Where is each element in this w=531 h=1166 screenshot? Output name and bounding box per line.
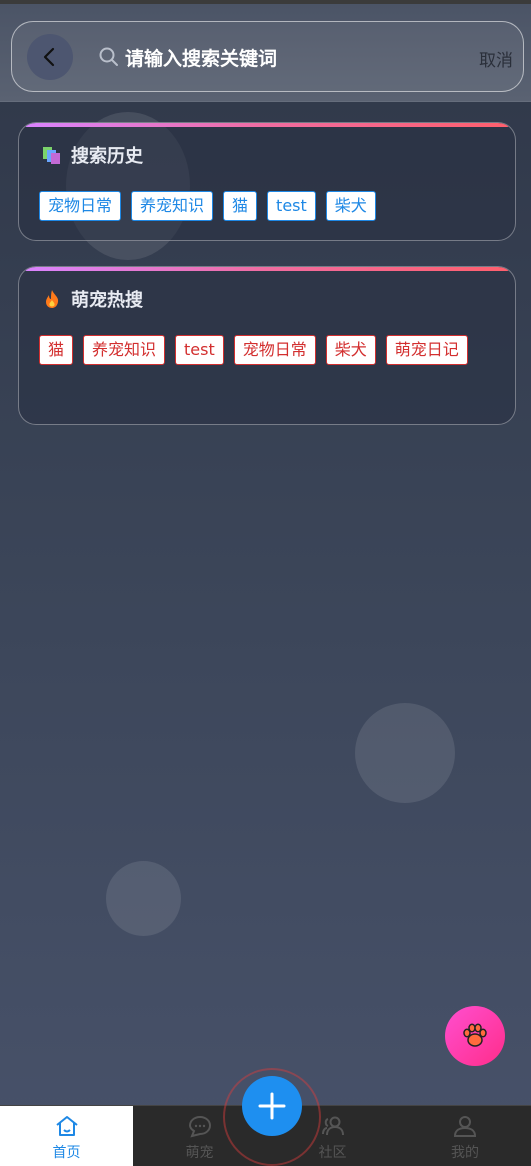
history-tag[interactable]: 猫 (223, 191, 258, 221)
paw-icon (463, 1023, 487, 1047)
search-bar[interactable]: 请输入搜索关键词 取消 (11, 21, 524, 92)
back-button[interactable] (27, 34, 73, 80)
user-icon (453, 1116, 477, 1137)
top-bar: 请输入搜索关键词 取消 (0, 0, 531, 102)
history-tag[interactable]: 宠物日常 (39, 191, 122, 221)
add-post-button[interactable] (242, 1076, 302, 1136)
plus-icon (258, 1092, 286, 1120)
tab-label: 萌宠 (185, 1145, 214, 1161)
hot-search-card: 萌宠热搜 猫 养宠知识 test 宠物日常 柴犬 萌宠日记 (18, 266, 516, 425)
history-tag-list: 宠物日常 养宠知识 猫 test 柴犬 (39, 191, 501, 221)
card-header: 搜索历史 (41, 141, 143, 169)
background-bubble (355, 703, 455, 803)
search-icon (99, 47, 118, 66)
search-input[interactable]: 请输入搜索关键词 (125, 44, 277, 71)
hot-tag[interactable]: test (175, 335, 224, 365)
cancel-button[interactable]: 取消 (479, 46, 513, 71)
tab-profile[interactable]: 我的 (399, 1106, 531, 1166)
hot-tag[interactable]: 宠物日常 (233, 335, 316, 365)
history-tag[interactable]: 养宠知识 (131, 191, 214, 221)
hot-tag[interactable]: 柴犬 (325, 335, 376, 365)
tab-label: 我的 (451, 1145, 479, 1161)
fire-icon (46, 290, 59, 308)
tab-label: 社区 (318, 1145, 347, 1161)
home-icon (55, 1116, 78, 1136)
search-history-title: 搜索历史 (71, 146, 143, 167)
tab-label: 首页 (52, 1145, 81, 1161)
pet-fab-button[interactable] (445, 1006, 505, 1066)
chevron-left-icon (43, 47, 55, 67)
chat-icon (188, 1115, 211, 1138)
hot-tag[interactable]: 养宠知识 (83, 335, 166, 365)
tab-home[interactable]: 首页 (0, 1106, 133, 1166)
card-header: 萌宠热搜 (41, 285, 143, 313)
hot-tag-list: 猫 养宠知识 test 宠物日常 柴犬 萌宠日记 (39, 335, 501, 365)
search-history-card: 搜索历史 宠物日常 养宠知识 猫 test 柴犬 (18, 122, 516, 241)
history-tag[interactable]: 柴犬 (325, 191, 376, 221)
books-icon (43, 147, 60, 164)
background-bubble (106, 861, 181, 936)
hot-tag[interactable]: 萌宠日记 (385, 335, 468, 365)
community-icon (321, 1116, 344, 1136)
hot-search-title: 萌宠热搜 (71, 290, 143, 311)
history-tag[interactable]: test (267, 191, 316, 221)
hot-tag[interactable]: 猫 (39, 335, 74, 365)
